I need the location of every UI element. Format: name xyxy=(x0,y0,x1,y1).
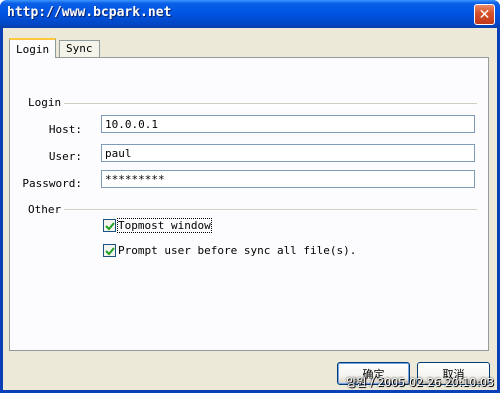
prompt-sync-checkbox[interactable]: Prompt user before sync all file(s). xyxy=(103,244,356,257)
login-group-line xyxy=(30,103,477,105)
dialog-client: Login Sync Login Host: User: Password: O… xyxy=(3,28,497,390)
close-button[interactable]: ✕ xyxy=(474,4,495,25)
login-tab-panel: Login Host: User: Password: Other Topmos… xyxy=(9,57,489,351)
other-group-title: Other xyxy=(28,203,65,216)
login-group-title: Login xyxy=(28,96,65,109)
prompt-sync-label[interactable]: Prompt user before sync all file(s). xyxy=(118,244,356,257)
topmost-window-checkbox[interactable]: Topmost window xyxy=(103,218,212,233)
tab-login-label: Login xyxy=(16,43,50,56)
title-bar[interactable]: http://www.bcpark.net ✕ xyxy=(0,0,500,28)
other-group-line xyxy=(30,209,477,211)
window-title: http://www.bcpark.net xyxy=(7,5,172,20)
prompt-sync-check[interactable] xyxy=(103,244,116,257)
close-icon: ✕ xyxy=(478,6,491,23)
tab-sync-label: Sync xyxy=(66,42,93,55)
topmost-window-check[interactable] xyxy=(103,219,116,232)
watermark-text: 양원 / 2005-02-26 20:10:03 xyxy=(346,376,494,389)
host-label: Host: xyxy=(48,123,82,136)
password-label: Password: xyxy=(22,177,82,190)
setup-dialog: http://www.bcpark.net ✕ Login Sync Login… xyxy=(0,0,500,393)
tab-sync[interactable]: Sync xyxy=(59,40,100,57)
checkmark-icon xyxy=(105,222,115,231)
password-input[interactable] xyxy=(101,170,475,188)
topmost-window-label[interactable]: Topmost window xyxy=(117,218,212,233)
host-input[interactable] xyxy=(101,115,475,133)
checkmark-icon xyxy=(105,247,115,256)
user-input[interactable] xyxy=(101,144,475,162)
user-label: User: xyxy=(48,150,82,163)
tab-login[interactable]: Login xyxy=(9,38,57,58)
